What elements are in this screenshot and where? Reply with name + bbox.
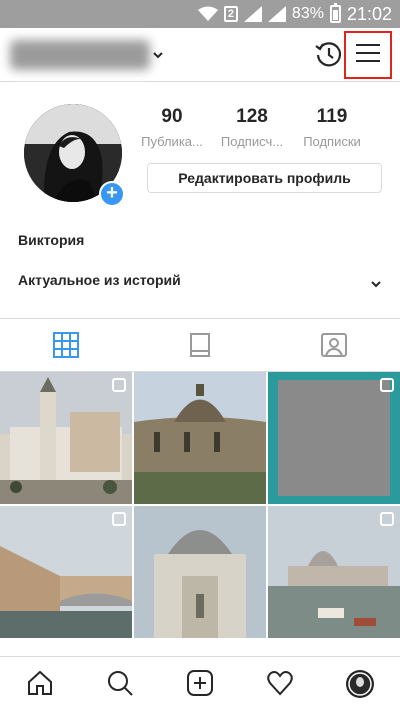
sim-badge: 2 <box>223 6 238 22</box>
photo-tile[interactable] <box>268 506 400 638</box>
photo-tile[interactable] <box>268 372 400 504</box>
hamburger-menu-button[interactable] <box>344 31 392 79</box>
story-highlights-label[interactable]: Актуальное из историй <box>18 272 181 288</box>
add-story-badge[interactable]: + <box>99 181 125 207</box>
home-icon[interactable] <box>26 669 56 699</box>
signal-icon-2 <box>267 6 286 22</box>
photo-tile[interactable] <box>134 372 266 504</box>
multi-photo-icon <box>380 512 394 526</box>
chevron-down-icon[interactable] <box>370 276 382 294</box>
search-icon[interactable] <box>106 669 136 699</box>
stat-followers[interactable]: 128 Подписч... <box>212 106 292 149</box>
stat-followers-value: 128 <box>236 106 268 127</box>
stat-posts[interactable]: 90 Публика... <box>132 106 212 149</box>
battery-icon <box>329 3 341 23</box>
history-icon[interactable] <box>314 39 344 69</box>
feed-icon[interactable] <box>186 331 216 361</box>
profile-header <box>0 28 400 82</box>
stat-followers-label: Подписч... <box>220 134 284 149</box>
new-post-icon[interactable] <box>186 669 216 699</box>
username-blurred[interactable] <box>10 40 150 70</box>
multi-photo-icon <box>112 512 126 526</box>
display-name: Виктория <box>18 232 85 248</box>
profile-tabs <box>0 318 400 372</box>
activity-heart-icon[interactable] <box>266 669 296 699</box>
signal-icon <box>243 6 262 22</box>
stat-following-value: 119 <box>316 106 348 127</box>
clock: 21:02 <box>346 3 392 24</box>
multi-photo-icon <box>112 378 126 392</box>
wifi-icon <box>197 6 218 22</box>
photo-tile[interactable] <box>0 372 132 504</box>
grid-icon[interactable] <box>52 331 82 361</box>
battery-percent: 83% <box>291 5 324 22</box>
stat-following[interactable]: 119 Подписки <box>292 106 372 149</box>
multi-photo-icon <box>380 378 394 392</box>
stat-posts-label: Публика... <box>141 134 203 149</box>
stat-posts-value: 90 <box>161 106 183 127</box>
tagged-icon[interactable] <box>320 331 350 361</box>
photo-tile[interactable] <box>134 506 266 638</box>
status-bar: 2 83% 21:02 <box>0 0 400 28</box>
photo-grid <box>0 372 400 642</box>
edit-profile-button[interactable]: Редактировать профиль <box>147 163 382 193</box>
bottom-nav <box>0 656 400 711</box>
hamburger-menu-icon <box>356 43 380 68</box>
profile-avatar[interactable] <box>345 669 375 699</box>
chevron-down-icon[interactable] <box>152 48 164 66</box>
photo-tile[interactable] <box>0 506 132 638</box>
stat-following-label: Подписки <box>303 134 361 149</box>
